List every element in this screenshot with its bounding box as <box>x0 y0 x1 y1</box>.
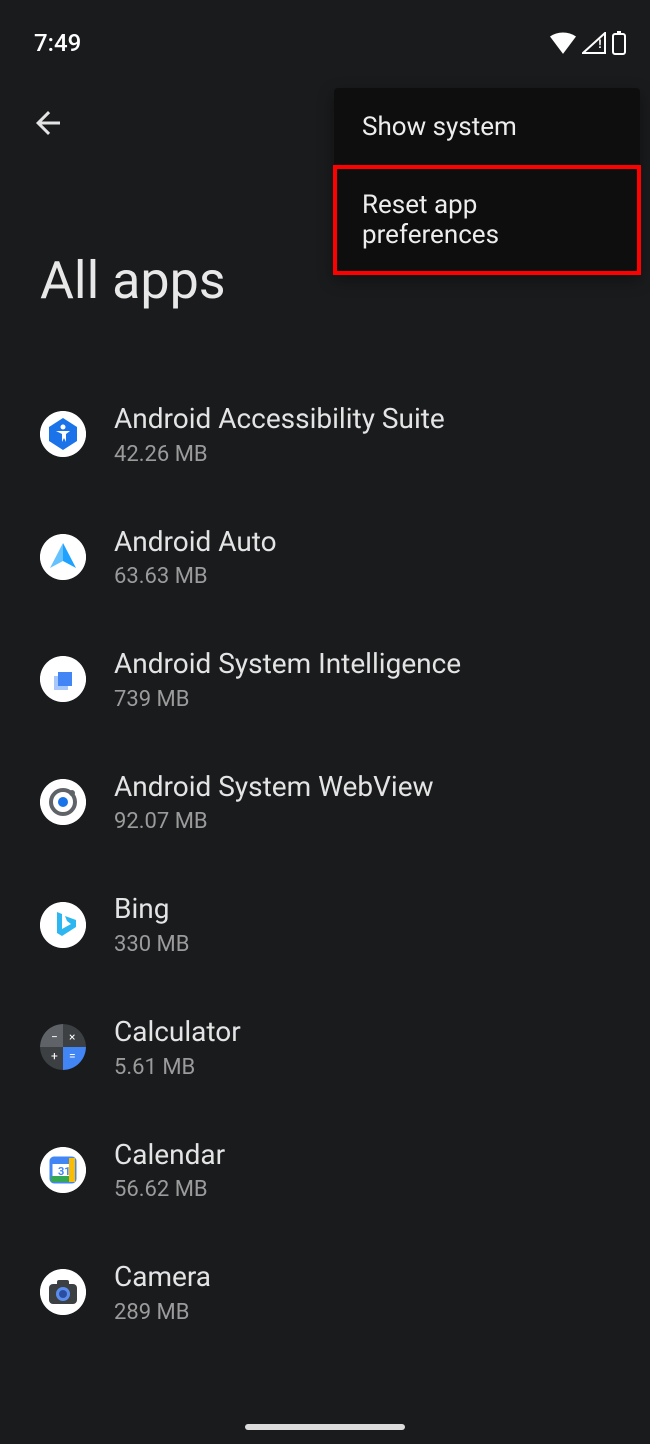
svg-text:=: = <box>69 1049 76 1063</box>
app-size: 5.61 MB <box>114 1055 241 1080</box>
home-indicator[interactable] <box>245 1424 405 1430</box>
app-item-camera[interactable]: Camera 289 MB <box>0 1231 650 1354</box>
app-item-android-auto[interactable]: Android Auto 63.63 MB <box>0 496 650 619</box>
app-size: 63.63 MB <box>114 564 277 589</box>
app-item-bing[interactable]: Bing 330 MB <box>0 863 650 986</box>
svg-text:×: × <box>69 1030 75 1044</box>
calculator-icon: − × + = <box>40 1024 86 1070</box>
svg-text:!: ! <box>598 37 602 51</box>
accessibility-suite-icon <box>40 411 86 457</box>
app-size: 56.62 MB <box>114 1177 225 1202</box>
app-item-accessibility[interactable]: Android Accessibility Suite 42.26 MB <box>0 373 650 496</box>
menu-item-label: Reset app preferences <box>362 190 499 250</box>
app-name: Calculator <box>114 1015 241 1049</box>
app-name: Camera <box>114 1260 211 1294</box>
app-size: 42.26 MB <box>114 442 445 467</box>
svg-text:+: + <box>51 1049 58 1063</box>
app-name: Bing <box>114 892 189 926</box>
overflow-menu: Show system Reset app preferences <box>334 88 640 274</box>
menu-item-label: Show system <box>362 112 517 142</box>
app-item-calculator[interactable]: − × + = Calculator 5.61 MB <box>0 986 650 1109</box>
app-size: 739 MB <box>114 687 461 712</box>
battery-icon <box>612 31 626 55</box>
app-name: Calendar <box>114 1138 225 1172</box>
calendar-icon: 31 <box>40 1147 86 1193</box>
system-intelligence-icon <box>40 656 86 702</box>
bing-icon <box>40 902 86 948</box>
webview-icon <box>40 779 86 825</box>
app-item-calendar[interactable]: 31 Calendar 56.62 MB <box>0 1109 650 1232</box>
status-bar: 7:49 ! <box>0 0 650 60</box>
app-size: 289 MB <box>114 1300 211 1325</box>
app-list: Android Accessibility Suite 42.26 MB And… <box>0 311 650 1354</box>
back-button[interactable] <box>24 100 72 148</box>
app-name: Android System WebView <box>114 770 434 804</box>
app-item-system-intelligence[interactable]: Android System Intelligence 739 MB <box>0 618 650 741</box>
menu-item-reset-app-preferences[interactable]: Reset app preferences <box>334 166 640 274</box>
app-size: 330 MB <box>114 932 189 957</box>
arrow-left-icon <box>30 105 66 144</box>
svg-text:31: 31 <box>58 1165 71 1178</box>
app-name: Android Auto <box>114 525 277 559</box>
android-auto-icon <box>40 534 86 580</box>
app-name: Android System Intelligence <box>114 647 461 681</box>
app-size: 92.07 MB <box>114 809 434 834</box>
camera-icon <box>40 1269 86 1315</box>
svg-text:−: − <box>51 1030 58 1044</box>
signal-icon: ! <box>582 32 606 54</box>
status-time: 7:49 <box>34 29 81 57</box>
wifi-icon <box>550 32 576 54</box>
app-name: Android Accessibility Suite <box>114 402 445 436</box>
menu-item-show-system[interactable]: Show system <box>334 88 640 166</box>
app-item-system-webview[interactable]: Android System WebView 92.07 MB <box>0 741 650 864</box>
status-icons: ! <box>550 31 626 55</box>
